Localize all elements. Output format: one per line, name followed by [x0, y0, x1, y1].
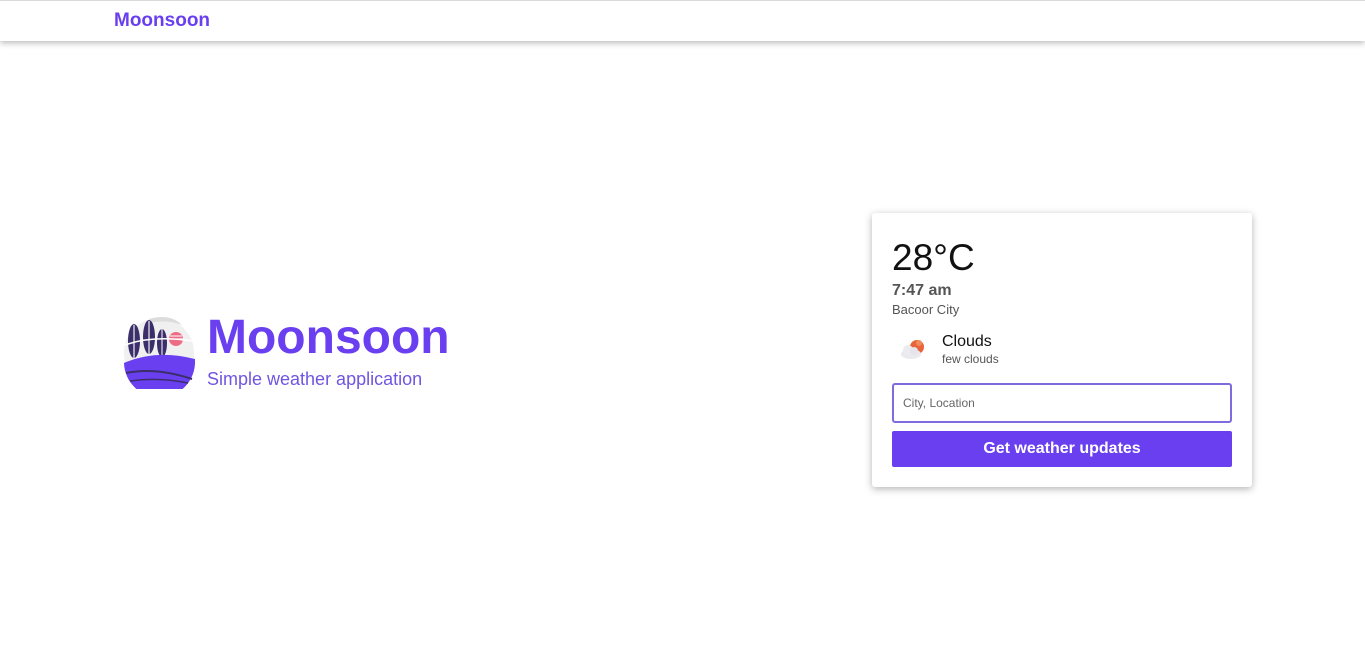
- hero-section: Moonsoon Simple weather application: [122, 308, 542, 398]
- navbar: Moonsoon: [0, 0, 1365, 41]
- navbar-brand-link[interactable]: Moonsoon: [114, 10, 210, 32]
- local-time: 7:47 am: [892, 282, 952, 299]
- few-clouds-icon: [901, 340, 924, 359]
- hero-title: Moonsoon: [207, 311, 450, 364]
- weather-card: 28°C 7:47 am Bacoor City Clouds few clou…: [872, 213, 1252, 487]
- get-weather-button[interactable]: Get weather updates: [892, 431, 1232, 467]
- temperature-value: 28°C: [892, 237, 975, 278]
- condition-main: Clouds: [942, 333, 992, 350]
- condition-description: few clouds: [942, 352, 999, 366]
- hero-subtitle: Simple weather application: [207, 369, 423, 389]
- city-name: Bacoor City: [892, 302, 960, 317]
- city-search-input[interactable]: [892, 383, 1232, 423]
- moonsoon-logo-icon: [124, 317, 196, 389]
